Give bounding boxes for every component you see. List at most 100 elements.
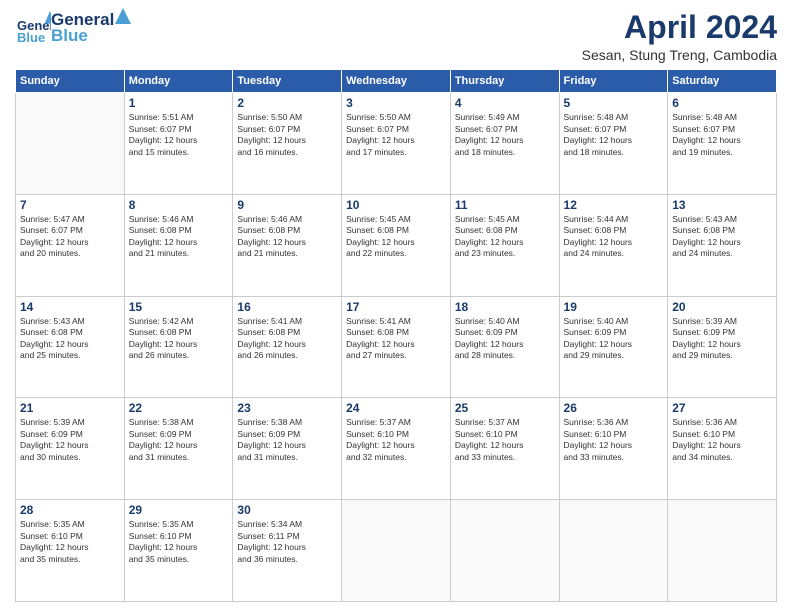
- day-info: Sunrise: 5:46 AMSunset: 6:08 PMDaylight:…: [129, 214, 229, 260]
- day-info: Sunrise: 5:51 AMSunset: 6:07 PMDaylight:…: [129, 112, 229, 158]
- day-number: 24: [346, 401, 446, 415]
- day-number: 2: [237, 96, 337, 110]
- calendar-cell: 24 Sunrise: 5:37 AMSunset: 6:10 PMDayligh…: [342, 398, 451, 500]
- calendar-cell: 14 Sunrise: 5:43 AMSunset: 6:08 PMDayligh…: [16, 296, 125, 398]
- day-number: 29: [129, 503, 229, 517]
- col-saturday: Saturday: [668, 70, 777, 93]
- day-number: 30: [237, 503, 337, 517]
- day-number: 18: [455, 300, 555, 314]
- day-number: 16: [237, 300, 337, 314]
- day-info: Sunrise: 5:38 AMSunset: 6:09 PMDaylight:…: [237, 417, 337, 463]
- calendar-cell: [668, 500, 777, 602]
- day-info: Sunrise: 5:39 AMSunset: 6:09 PMDaylight:…: [20, 417, 120, 463]
- col-friday: Friday: [559, 70, 668, 93]
- title-block: April 2024 Sesan, Stung Treng, Cambodia: [582, 10, 777, 63]
- page: General Blue General Blue April 2024 Ses…: [0, 0, 792, 612]
- day-number: 15: [129, 300, 229, 314]
- day-number: 14: [20, 300, 120, 314]
- day-info: Sunrise: 5:36 AMSunset: 6:10 PMDaylight:…: [564, 417, 664, 463]
- calendar-cell: 3Sunrise: 5:50 AMSunset: 6:07 PMDaylight…: [342, 93, 451, 195]
- calendar-cell: 6 Sunrise: 5:48 AMSunset: 6:07 PMDaylight…: [668, 93, 777, 195]
- day-info: Sunrise: 5:34 AMSunset: 6:11 PMDaylight:…: [237, 519, 337, 565]
- day-number: 25: [455, 401, 555, 415]
- day-info: Sunrise: 5:41 AMSunset: 6:08 PMDaylight:…: [346, 316, 446, 362]
- calendar-cell: 13 Sunrise: 5:43 AMSunset: 6:08 PMDayligh…: [668, 194, 777, 296]
- day-info: Sunrise: 5:43 AMSunset: 6:08 PMDaylight:…: [672, 214, 772, 260]
- col-monday: Monday: [124, 70, 233, 93]
- calendar-cell: [342, 500, 451, 602]
- day-info: Sunrise: 5:37 AMSunset: 6:10 PMDaylight:…: [455, 417, 555, 463]
- calendar-cell: 7Sunrise: 5:47 AMSunset: 6:07 PMDaylight…: [16, 194, 125, 296]
- calendar-cell: 4Sunrise: 5:49 AMSunset: 6:07 PMDaylight…: [450, 93, 559, 195]
- subtitle: Sesan, Stung Treng, Cambodia: [582, 47, 777, 63]
- day-number: 19: [564, 300, 664, 314]
- day-number: 10: [346, 198, 446, 212]
- day-info: Sunrise: 5:50 AMSunset: 6:07 PMDaylight:…: [346, 112, 446, 158]
- calendar-cell: 8 Sunrise: 5:46 AMSunset: 6:08 PMDaylight…: [124, 194, 233, 296]
- day-number: 6: [672, 96, 772, 110]
- calendar-header-row: Sunday Monday Tuesday Wednesday Thursday…: [16, 70, 777, 93]
- day-number: 27: [672, 401, 772, 415]
- day-info: Sunrise: 5:35 AMSunset: 6:10 PMDaylight:…: [20, 519, 120, 565]
- calendar-cell: [559, 500, 668, 602]
- calendar-cell: 5Sunrise: 5:48 AMSunset: 6:07 PMDaylight…: [559, 93, 668, 195]
- day-number: 23: [237, 401, 337, 415]
- logo: General Blue General Blue: [15, 10, 131, 46]
- calendar-cell: 20 Sunrise: 5:39 AMSunset: 6:09 PMDayligh…: [668, 296, 777, 398]
- day-number: 17: [346, 300, 446, 314]
- day-info: Sunrise: 5:47 AMSunset: 6:07 PMDaylight:…: [20, 214, 120, 260]
- day-info: Sunrise: 5:35 AMSunset: 6:10 PMDaylight:…: [129, 519, 229, 565]
- day-info: Sunrise: 5:37 AMSunset: 6:10 PMDaylight:…: [346, 417, 446, 463]
- calendar-cell: 10 Sunrise: 5:45 AMSunset: 6:08 PMDayligh…: [342, 194, 451, 296]
- calendar-week-row: 21 Sunrise: 5:39 AMSunset: 6:09 PMDayligh…: [16, 398, 777, 500]
- calendar-table: Sunday Monday Tuesday Wednesday Thursday…: [15, 69, 777, 602]
- calendar-cell: 16 Sunrise: 5:41 AMSunset: 6:08 PMDayligh…: [233, 296, 342, 398]
- col-wednesday: Wednesday: [342, 70, 451, 93]
- day-number: 8: [129, 198, 229, 212]
- calendar-cell: 19 Sunrise: 5:40 AMSunset: 6:09 PMDayligh…: [559, 296, 668, 398]
- day-info: Sunrise: 5:45 AMSunset: 6:08 PMDaylight:…: [346, 214, 446, 260]
- day-info: Sunrise: 5:40 AMSunset: 6:09 PMDaylight:…: [455, 316, 555, 362]
- main-title: April 2024: [582, 10, 777, 45]
- day-info: Sunrise: 5:46 AMSunset: 6:08 PMDaylight:…: [237, 214, 337, 260]
- day-info: Sunrise: 5:44 AMSunset: 6:08 PMDaylight:…: [564, 214, 664, 260]
- day-info: Sunrise: 5:48 AMSunset: 6:07 PMDaylight:…: [564, 112, 664, 158]
- calendar-week-row: 1 Sunrise: 5:51 AMSunset: 6:07 PMDaylight…: [16, 93, 777, 195]
- day-number: 22: [129, 401, 229, 415]
- col-tuesday: Tuesday: [233, 70, 342, 93]
- day-number: 20: [672, 300, 772, 314]
- day-info: Sunrise: 5:50 AMSunset: 6:07 PMDaylight:…: [237, 112, 337, 158]
- calendar-cell: 12Sunrise: 5:44 AMSunset: 6:08 PMDayligh…: [559, 194, 668, 296]
- day-info: Sunrise: 5:40 AMSunset: 6:09 PMDaylight:…: [564, 316, 664, 362]
- logo-text-block: General Blue: [51, 10, 131, 46]
- day-info: Sunrise: 5:41 AMSunset: 6:08 PMDaylight:…: [237, 316, 337, 362]
- day-number: 26: [564, 401, 664, 415]
- day-info: Sunrise: 5:48 AMSunset: 6:07 PMDaylight:…: [672, 112, 772, 158]
- calendar-cell: 2 Sunrise: 5:50 AMSunset: 6:07 PMDaylight…: [233, 93, 342, 195]
- calendar-cell: 18 Sunrise: 5:40 AMSunset: 6:09 PMDayligh…: [450, 296, 559, 398]
- calendar-cell: 9 Sunrise: 5:46 AMSunset: 6:08 PMDaylight…: [233, 194, 342, 296]
- calendar-week-row: 28Sunrise: 5:35 AMSunset: 6:10 PMDayligh…: [16, 500, 777, 602]
- day-info: Sunrise: 5:38 AMSunset: 6:09 PMDaylight:…: [129, 417, 229, 463]
- day-info: Sunrise: 5:43 AMSunset: 6:08 PMDaylight:…: [20, 316, 120, 362]
- day-info: Sunrise: 5:39 AMSunset: 6:09 PMDaylight:…: [672, 316, 772, 362]
- calendar-cell: 21 Sunrise: 5:39 AMSunset: 6:09 PMDayligh…: [16, 398, 125, 500]
- calendar-cell: 29 Sunrise: 5:35 AMSunset: 6:10 PMDayligh…: [124, 500, 233, 602]
- day-number: 9: [237, 198, 337, 212]
- day-number: 11: [455, 198, 555, 212]
- calendar-week-row: 14 Sunrise: 5:43 AMSunset: 6:08 PMDayligh…: [16, 296, 777, 398]
- day-info: Sunrise: 5:45 AMSunset: 6:08 PMDaylight:…: [455, 214, 555, 260]
- calendar-cell: 1 Sunrise: 5:51 AMSunset: 6:07 PMDaylight…: [124, 93, 233, 195]
- calendar-cell: 22 Sunrise: 5:38 AMSunset: 6:09 PMDayligh…: [124, 398, 233, 500]
- day-info: Sunrise: 5:42 AMSunset: 6:08 PMDaylight:…: [129, 316, 229, 362]
- day-number: 21: [20, 401, 120, 415]
- calendar-cell: 23 Sunrise: 5:38 AMSunset: 6:09 PMDayligh…: [233, 398, 342, 500]
- calendar-cell: 27Sunrise: 5:36 AMSunset: 6:10 PMDayligh…: [668, 398, 777, 500]
- day-number: 13: [672, 198, 772, 212]
- day-number: 1: [129, 96, 229, 110]
- day-info: Sunrise: 5:49 AMSunset: 6:07 PMDaylight:…: [455, 112, 555, 158]
- calendar-cell: 25 Sunrise: 5:37 AMSunset: 6:10 PMDayligh…: [450, 398, 559, 500]
- col-thursday: Thursday: [450, 70, 559, 93]
- calendar-cell: 30 Sunrise: 5:34 AMSunset: 6:11 PMDayligh…: [233, 500, 342, 602]
- calendar-cell: 17 Sunrise: 5:41 AMSunset: 6:08 PMDayligh…: [342, 296, 451, 398]
